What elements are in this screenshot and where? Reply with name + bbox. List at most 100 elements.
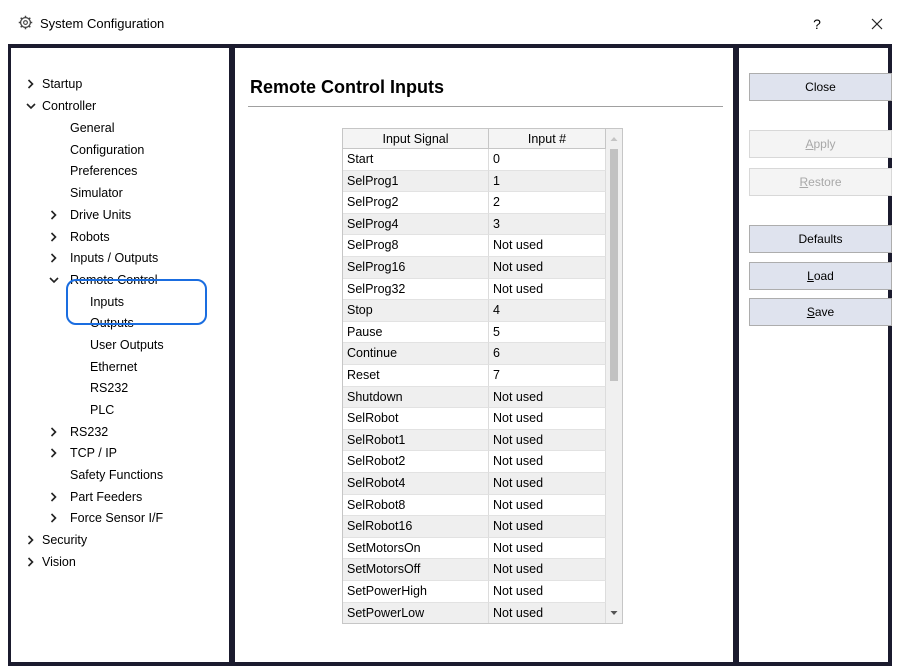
tree-item[interactable]: General (11, 118, 225, 138)
column-header-input-signal[interactable]: Input Signal (343, 129, 489, 149)
grid-header: Input Signal Input # (343, 129, 606, 149)
table-row[interactable]: SetMotorsOn Not used (343, 537, 606, 560)
table-row[interactable]: SelProg16 Not used (343, 257, 606, 279)
scrollbar-thumb[interactable] (610, 149, 618, 381)
chevron-right-icon[interactable] (25, 74, 37, 94)
apply-button[interactable]: Apply (749, 130, 892, 158)
table-row[interactable]: SelProg32 Not used (343, 278, 606, 301)
table-row[interactable]: Pause 5 (343, 321, 606, 344)
chevron-right-icon[interactable] (48, 248, 60, 268)
chevron-right-icon[interactable] (48, 443, 60, 463)
chevron-right-icon[interactable] (25, 530, 37, 550)
input-number-cell[interactable]: Not used (489, 537, 606, 560)
tree-item[interactable]: Force Sensor I/F (11, 508, 225, 528)
table-row[interactable]: SetPowerLow Not used (343, 602, 606, 623)
close-button[interactable]: Close (749, 73, 892, 101)
tree-item[interactable]: RS232 (11, 378, 225, 398)
chevron-right-icon[interactable] (25, 552, 37, 572)
table-row[interactable]: Continue 6 (343, 343, 606, 365)
input-number-cell[interactable]: 6 (489, 343, 606, 365)
tree-item[interactable]: TCP / IP (11, 443, 225, 463)
tree-item[interactable]: Simulator (11, 183, 225, 203)
chevron-down-icon[interactable] (25, 96, 37, 116)
tree-item[interactable]: Configuration (11, 140, 225, 160)
input-number-cell[interactable]: Not used (489, 408, 606, 430)
tree-item[interactable]: RS232 (11, 422, 225, 442)
input-number-cell[interactable]: 2 (489, 192, 606, 214)
input-number-cell[interactable]: 1 (489, 170, 606, 193)
input-signal-grid: Input Signal Input # Start 0 SelProg1 1 SelP… (342, 128, 623, 624)
tree-item-label: Force Sensor I/F (70, 511, 164, 525)
table-row[interactable]: Start 0 (343, 149, 606, 171)
table-row[interactable]: Shutdown Not used (343, 386, 606, 409)
input-number-cell[interactable]: Not used (489, 602, 606, 623)
input-number-cell[interactable]: 5 (489, 321, 606, 344)
load-button[interactable]: Load (749, 262, 892, 290)
tree-item[interactable]: User Outputs (11, 335, 225, 355)
signal-name-cell: Pause (343, 321, 489, 344)
window-close-button[interactable] (862, 13, 892, 35)
tree-item-label: General (70, 121, 115, 135)
chevron-right-icon[interactable] (48, 508, 60, 528)
tree-item[interactable]: Controller (11, 96, 225, 116)
table-row[interactable]: SelRobot1 Not used (343, 429, 606, 452)
table-row[interactable]: Stop 4 (343, 300, 606, 322)
column-header-input-number[interactable]: Input # (489, 129, 606, 149)
tree-item[interactable]: Startup (11, 74, 225, 94)
signal-name-cell: SetPowerLow (343, 602, 489, 623)
table-row[interactable]: SelRobot4 Not used (343, 473, 606, 495)
tree-item[interactable]: Inputs / Outputs (11, 248, 225, 268)
scroll-up-arrow-icon[interactable] (606, 131, 622, 147)
restore-button[interactable]: Restore (749, 168, 892, 196)
input-number-cell[interactable]: Not used (489, 257, 606, 279)
tree-item[interactable]: Ethernet (11, 357, 225, 377)
input-number-cell[interactable]: Not used (489, 451, 606, 473)
table-row[interactable]: SelRobot8 Not used (343, 494, 606, 517)
tree-item[interactable]: Preferences (11, 161, 225, 181)
scroll-down-arrow-icon[interactable] (606, 605, 622, 621)
chevron-down-icon[interactable] (48, 270, 60, 290)
input-number-cell[interactable]: Not used (489, 473, 606, 495)
signal-name-cell: Stop (343, 300, 489, 322)
tree-item[interactable]: PLC (11, 400, 225, 420)
input-number-cell[interactable]: Not used (489, 386, 606, 409)
table-row[interactable]: Reset 7 (343, 365, 606, 387)
tree-item[interactable]: Robots (11, 227, 225, 247)
table-row[interactable]: SelProg8 Not used (343, 235, 606, 257)
input-number-cell[interactable]: Not used (489, 516, 606, 538)
vertical-scrollbar[interactable] (606, 129, 622, 623)
input-number-cell[interactable]: Not used (489, 581, 606, 603)
input-number-cell[interactable]: 4 (489, 300, 606, 322)
tree-item[interactable]: Vision (11, 552, 225, 572)
table-row[interactable]: SetPowerHigh Not used (343, 581, 606, 603)
input-number-cell[interactable]: 3 (489, 213, 606, 236)
input-number-cell[interactable]: Not used (489, 235, 606, 257)
load-button-label: Load (807, 269, 834, 283)
table-row[interactable]: SelProg4 3 (343, 213, 606, 236)
table-row[interactable]: SelProg1 1 (343, 170, 606, 193)
input-number-cell[interactable]: Not used (489, 559, 606, 581)
chevron-right-icon[interactable] (48, 487, 60, 507)
tree-item[interactable]: Part Feeders (11, 487, 225, 507)
save-button[interactable]: Save (749, 298, 892, 326)
table-row[interactable]: SelRobot16 Not used (343, 516, 606, 538)
window-title: System Configuration (40, 16, 165, 31)
table-row[interactable]: SetMotorsOff Not used (343, 559, 606, 581)
input-number-cell[interactable]: Not used (489, 429, 606, 452)
table-row[interactable]: SelRobot2 Not used (343, 451, 606, 473)
tree-item[interactable]: Drive Units (11, 205, 225, 225)
tree-item[interactable]: Safety Functions (11, 465, 225, 485)
chevron-right-icon[interactable] (48, 205, 60, 225)
input-number-cell[interactable]: 7 (489, 365, 606, 387)
tree-item[interactable]: Security (11, 530, 225, 550)
chevron-right-icon[interactable] (48, 422, 60, 442)
chevron-right-icon[interactable] (48, 227, 60, 247)
input-number-cell[interactable]: Not used (489, 278, 606, 301)
input-number-cell[interactable]: 0 (489, 149, 606, 171)
input-number-cell[interactable]: Not used (489, 494, 606, 517)
table-row[interactable]: SelProg2 2 (343, 192, 606, 214)
table-row[interactable]: SelRobot Not used (343, 408, 606, 430)
defaults-button[interactable]: Defaults (749, 225, 892, 253)
action-panel: Close Apply Restore Defaults Load Save (739, 48, 892, 662)
help-button[interactable]: ? (802, 13, 832, 35)
